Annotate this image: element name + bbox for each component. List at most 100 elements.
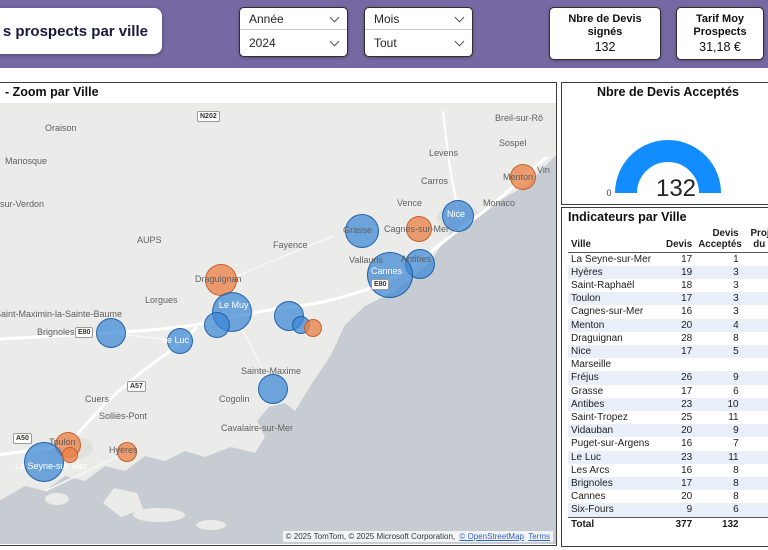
- table-row[interactable]: Nice 17 5: [568, 344, 768, 359]
- annee-slicer-dropdown[interactable]: 2024: [240, 30, 347, 56]
- cell-value: 3: [733, 293, 739, 305]
- cell-value: [742, 451, 768, 464]
- map-city-label: Saint-Maximin-la-Sainte-Baume: [0, 309, 123, 319]
- table-row[interactable]: Saint-Raphaël 18 3: [568, 279, 768, 292]
- cell-value: [742, 252, 768, 266]
- cell-value: 6: [733, 385, 739, 397]
- map-city-label: Carros: [421, 176, 449, 186]
- road-shield: E80: [75, 327, 94, 338]
- table-row[interactable]: Le Luc 23 11: [568, 450, 768, 464]
- table-row[interactable]: Toulon 17 3: [568, 292, 768, 306]
- cell-value: 28: [681, 332, 693, 344]
- table-title: Indicateurs par Ville: [568, 210, 687, 224]
- map-bubble-blue[interactable]: [258, 374, 288, 404]
- map-city-label: La Seyne-sur-Mer: [15, 461, 88, 471]
- table-row[interactable]: Vidauban 20 9: [568, 424, 768, 438]
- table-row[interactable]: La Seyne-sur-Mer 17 1: [568, 252, 768, 266]
- cell-value: 8: [733, 477, 739, 489]
- col-header-devis[interactable]: Devis: [660, 228, 696, 253]
- report-title: s prospects par ville: [2, 22, 148, 40]
- table-row[interactable]: Menton 20 4: [568, 318, 768, 332]
- cell-ville: Toulon: [571, 293, 601, 305]
- col-header-projets[interactable]: Proje du C: [741, 228, 768, 253]
- map-city-label: Levens: [429, 148, 459, 158]
- map-city-label: Le Muy: [219, 300, 249, 310]
- chevron-down-icon: [329, 36, 340, 47]
- table-row[interactable]: Brignoles 17 8: [568, 476, 768, 491]
- col-header-ville[interactable]: Ville: [568, 228, 661, 253]
- mois-slicer: Mois Tout: [364, 7, 473, 57]
- annee-slicer-header[interactable]: Année: [240, 8, 347, 30]
- city-table-body: La Seyne-sur-Mer 17 1 Hyères 19 3 Saint-Raphaë…: [568, 252, 768, 518]
- gauge-panel: Nbre de Devis Acceptés 0 132: [561, 82, 768, 205]
- table-row[interactable]: Cannes 20 8: [568, 490, 768, 503]
- table-row[interactable]: Antibes 23 10: [568, 397, 768, 411]
- table-row[interactable]: Puget-sur-Argens 16 7: [568, 437, 768, 450]
- map-bubble-orange[interactable]: [304, 319, 322, 337]
- cell-value: [742, 398, 768, 411]
- map-canvas[interactable]: © 2025 TomTom, © 2025 Microsoft Corporat…: [0, 103, 556, 544]
- cell-value: [742, 319, 768, 332]
- road-shield: N202: [197, 111, 220, 122]
- table-row[interactable]: Cagnes-sur-Mer 16 3: [568, 305, 768, 318]
- chevron-down-icon: [454, 12, 465, 23]
- table-row[interactable]: Les Arcs 16 8: [568, 464, 768, 477]
- map-city-label: Le Luc: [162, 335, 190, 345]
- map-city-label: Lorgues: [145, 295, 178, 305]
- cell-value: 1: [733, 253, 739, 265]
- cell-value: [742, 503, 768, 517]
- col-header-devis-acceptes[interactable]: Devis Acceptés: [695, 228, 742, 253]
- map-city-label: AUPS: [137, 235, 162, 245]
- kpi-devis-label: Nbre de Devis signés: [568, 12, 642, 38]
- openstreetmap-link[interactable]: © OpenStreetMap: [459, 532, 524, 541]
- cell-ville: Cagnes-sur-Mer: [571, 306, 644, 318]
- kpi-card-tarif-moyen: Tarif Moy Prospects 31,18 €: [676, 7, 764, 60]
- map-city-label: Solliès-Pont: [99, 411, 148, 421]
- cell-value: 11: [728, 411, 739, 423]
- cell-value: [695, 358, 741, 371]
- cell-ville: Le Luc: [571, 451, 602, 463]
- cell-value: 26: [681, 372, 693, 384]
- cell-value: [742, 345, 768, 358]
- cell-ville: Draguignan: [571, 332, 623, 344]
- cell-value: 17: [681, 293, 693, 305]
- table-row[interactable]: Six-Fours 9 6: [568, 503, 768, 518]
- gauge-title: Nbre de Devis Acceptés: [597, 85, 739, 99]
- cell-value: 16: [681, 438, 693, 450]
- mois-slicer-header[interactable]: Mois: [365, 8, 472, 30]
- cell-value: 4: [733, 319, 739, 331]
- map-city-label: Manosque: [5, 156, 48, 166]
- cell-value: [742, 279, 768, 292]
- map-bubble-blue[interactable]: [204, 312, 230, 338]
- cell-ville: Antibes: [571, 398, 605, 410]
- table-row[interactable]: Fréjus 26 9: [568, 371, 768, 385]
- cell-value: [742, 464, 768, 477]
- table-row[interactable]: Hyères 19 3: [568, 265, 768, 279]
- gauge-min-label: 0: [606, 188, 611, 198]
- table-row[interactable]: Marseille: [568, 358, 768, 371]
- cell-value: 3: [733, 279, 739, 291]
- gauge-chart: 0 132: [606, 140, 721, 201]
- map-city-label: Vin: [537, 165, 550, 175]
- map-bubble-blue[interactable]: [96, 318, 126, 348]
- map-city-label: Antibes: [401, 254, 432, 264]
- table-row[interactable]: Saint-Tropez 25 11: [568, 411, 768, 424]
- report-title-card: s prospects par ville: [0, 8, 162, 54]
- cell-value: 6: [733, 504, 739, 516]
- map-city-label: Breil-sur-Rô: [495, 113, 544, 123]
- cell-value: 8: [733, 332, 739, 344]
- terms-link[interactable]: Terms: [528, 532, 550, 541]
- mois-slicer-dropdown[interactable]: Tout: [365, 30, 472, 56]
- cell-ville: Cannes: [571, 491, 606, 503]
- map-city-label: Hyères: [109, 445, 138, 455]
- map-city-label: Cogolin: [219, 394, 250, 404]
- map-title: - Zoom par Ville: [5, 85, 99, 99]
- table-row[interactable]: Draguignan 28 8: [568, 332, 768, 345]
- cell-ville: Six-Fours: [571, 504, 614, 516]
- road-shield: A50: [13, 433, 32, 444]
- cell-ville: Saint-Raphaël: [571, 279, 635, 291]
- cell-value: 20: [681, 491, 693, 503]
- table-row[interactable]: Grasse 17 6: [568, 385, 768, 398]
- kpi-tarif-label: Tarif Moy Prospects: [693, 12, 747, 38]
- map-city-label: Draguignan: [195, 274, 242, 284]
